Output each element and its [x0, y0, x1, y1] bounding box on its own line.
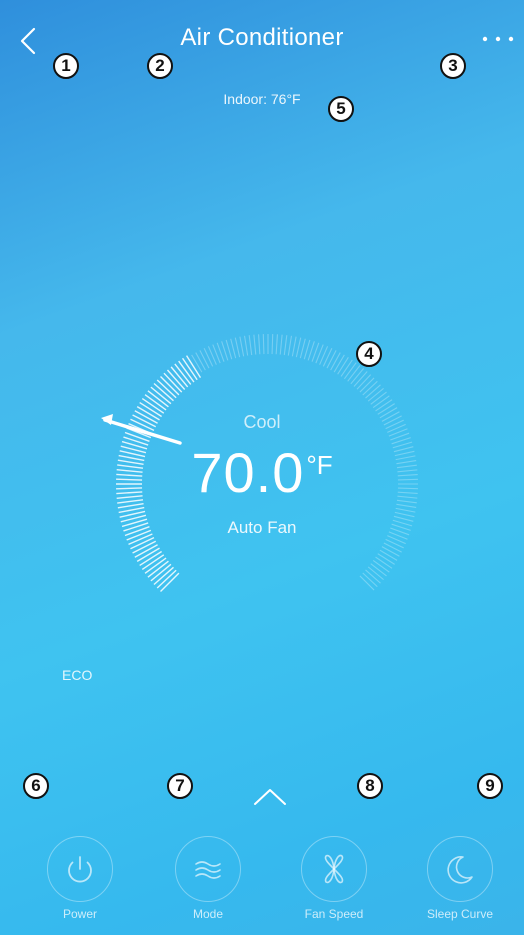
- dial-tick: [337, 357, 349, 375]
- dial-tick: [359, 377, 375, 393]
- fan-status: Auto Fan: [227, 518, 297, 537]
- dial-tick: [365, 384, 381, 399]
- dial-tick: [271, 334, 274, 355]
- dial-tick: [207, 346, 217, 365]
- dial-tick: [333, 354, 345, 373]
- callout-badge: 4: [356, 341, 382, 367]
- temperature-unit: °F: [306, 450, 333, 480]
- dial-tick: [375, 556, 393, 569]
- dial-tick: [381, 546, 400, 557]
- indoor-temperature: Indoor: 76°F: [223, 91, 301, 107]
- dial-tick: [253, 334, 257, 355]
- dial-tick: [258, 334, 261, 355]
- fan-icon: [324, 854, 344, 884]
- dial-tick: [248, 335, 253, 356]
- current-mode: Cool: [243, 412, 281, 432]
- waves-icon: [195, 861, 221, 879]
- callout-badge: 8: [357, 773, 383, 799]
- dial-tick: [283, 335, 288, 356]
- sleep-curve-label: Sleep Curve: [426, 907, 494, 921]
- callout-badge: 7: [167, 773, 193, 799]
- chevron-up-icon: [254, 789, 286, 805]
- dial-tick: [350, 368, 365, 385]
- dial-tick: [395, 507, 416, 513]
- callout-badge: 5: [328, 96, 354, 122]
- more-options-button[interactable]: [478, 26, 518, 52]
- dial-tick: [195, 352, 206, 371]
- dial-tick: [203, 348, 214, 367]
- callout-badge: 9: [477, 773, 503, 799]
- callout-badge: 6: [23, 773, 49, 799]
- dial-tick: [326, 350, 337, 369]
- dial-tick: [362, 572, 378, 588]
- dial-tick: [372, 559, 390, 573]
- control-bar: Power Mode Fan Speed Sleep Curve: [0, 830, 524, 935]
- dial-tick: [385, 538, 404, 549]
- dial-tick: [299, 338, 306, 359]
- dial-tick: [279, 334, 283, 355]
- dial-tick: [275, 334, 278, 355]
- dial-tick: [356, 374, 372, 390]
- dial-tick: [375, 399, 393, 412]
- set-temperature: 70.0°F: [0, 440, 524, 505]
- dial-tick: [322, 348, 333, 367]
- dial-tick: [379, 549, 398, 561]
- dial-tick: [370, 391, 387, 405]
- callout-badge: 2: [147, 53, 173, 79]
- dial-tick: [118, 506, 145, 514]
- dial-tick: [383, 542, 402, 553]
- mode-label: Mode: [192, 907, 224, 921]
- fan-speed-button-ring: [301, 836, 367, 902]
- ac-control-screen: Air Conditioner Indoor: 76°F Cool 70.0°F…: [0, 0, 524, 935]
- dial-tick: [367, 566, 384, 581]
- callout-badge: 3: [440, 53, 466, 79]
- mode-button[interactable]: Mode: [158, 830, 258, 930]
- power-button[interactable]: Power: [30, 830, 130, 930]
- moon-icon: [447, 856, 473, 884]
- dial-tick: [291, 336, 297, 357]
- dial-tick: [319, 346, 329, 365]
- dial-tick: [295, 337, 302, 358]
- dial-tick: [343, 362, 357, 380]
- dial-tick: [362, 380, 378, 396]
- dial-tick: [234, 337, 241, 358]
- dial-tick: [367, 387, 384, 402]
- dial-tick: [370, 563, 387, 577]
- dial-tick: [394, 511, 415, 518]
- power-icon: [68, 856, 92, 883]
- dial-tick: [359, 575, 375, 591]
- mode-button-ring: [175, 836, 241, 902]
- dial-tick: [199, 350, 210, 369]
- dial-tick: [340, 359, 353, 377]
- dial-tick: [377, 553, 395, 565]
- more-horizontal-icon: [482, 36, 514, 42]
- dial-tick: [365, 569, 381, 584]
- eco-button[interactable]: ECO: [62, 667, 92, 683]
- dial-tick: [239, 336, 245, 357]
- expand-button[interactable]: [250, 784, 290, 810]
- temperature-value: 70.0: [191, 441, 305, 504]
- power-label: Power: [62, 907, 97, 921]
- dial-tick: [262, 334, 265, 355]
- sleep-curve-button[interactable]: Sleep Curve: [410, 830, 510, 930]
- dial-tick: [330, 352, 341, 371]
- dial-tick: [353, 371, 368, 387]
- callout-badge: 1: [53, 53, 79, 79]
- dial-tick: [230, 338, 237, 359]
- fan-speed-label: Fan Speed: [304, 907, 364, 921]
- dial-tick: [287, 335, 293, 356]
- page-title: Air Conditioner: [180, 24, 344, 51]
- power-button-ring: [47, 836, 113, 902]
- dial-tick: [347, 365, 361, 382]
- fan-speed-button[interactable]: Fan Speed: [284, 830, 384, 930]
- sleep-curve-button-ring: [427, 836, 493, 902]
- dial-tick: [243, 335, 249, 356]
- dial-tick: [191, 354, 203, 373]
- dial-tick: [372, 395, 390, 409]
